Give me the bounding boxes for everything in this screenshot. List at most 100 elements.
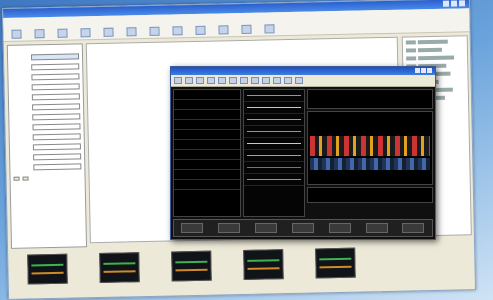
tree-item[interactable] <box>405 47 464 53</box>
form-field[interactable] <box>33 163 82 171</box>
tree-item[interactable] <box>405 39 464 45</box>
monitor-tool-icon[interactable] <box>185 77 193 84</box>
image-thumbnail[interactable] <box>241 249 286 294</box>
footer-button[interactable] <box>255 223 278 233</box>
monitor-tool-icon[interactable] <box>262 77 270 84</box>
footer-button[interactable] <box>218 223 241 233</box>
channel-row[interactable] <box>174 120 240 130</box>
tree-item[interactable] <box>406 55 464 61</box>
form-field[interactable] <box>32 143 81 151</box>
status-text <box>90 243 180 251</box>
image-thumbnail[interactable] <box>169 250 214 296</box>
thumbnail-image <box>243 249 284 280</box>
monitor-window <box>170 66 436 240</box>
thumbnail-image <box>315 247 356 279</box>
toolbar-icon <box>149 26 160 36</box>
patient-panel-title <box>11 47 79 48</box>
image-thumbnail[interactable] <box>97 252 142 297</box>
waveform-trace <box>244 150 304 162</box>
form-field[interactable] <box>32 113 81 121</box>
toolbar-button-11[interactable] <box>237 24 255 34</box>
monitor-tool-icon[interactable] <box>196 77 204 84</box>
toolbar-icon <box>241 24 252 34</box>
form-field[interactable] <box>32 133 81 141</box>
toolbar-icon <box>172 26 183 36</box>
form-field[interactable] <box>31 83 80 91</box>
monitor-tool-icon[interactable] <box>251 77 259 84</box>
form-field[interactable] <box>30 53 80 61</box>
toolbar-icon <box>264 24 275 34</box>
toolbar-button-6[interactable] <box>122 27 140 37</box>
maximize-button[interactable] <box>450 0 458 7</box>
channel-row[interactable] <box>174 90 240 100</box>
channel-row[interactable] <box>174 170 240 180</box>
toolbar-button-2[interactable] <box>30 29 48 39</box>
toolbar-icon <box>80 28 91 38</box>
toolbar-button-10[interactable] <box>214 25 232 35</box>
report-line <box>93 46 391 52</box>
toolbar-button-5[interactable] <box>99 27 117 37</box>
monitor-close-button[interactable] <box>427 68 432 73</box>
channel-row[interactable] <box>174 150 240 160</box>
monitor-maximize-button[interactable] <box>421 68 426 73</box>
monitor-tool-icon[interactable] <box>240 77 248 84</box>
toolbar-button-1[interactable] <box>7 29 25 39</box>
channel-row[interactable] <box>174 130 240 140</box>
channel-row[interactable] <box>174 180 240 190</box>
thumbnail-image <box>27 253 68 285</box>
channel-row[interactable] <box>174 100 240 110</box>
monitor-tool-icon[interactable] <box>273 77 281 84</box>
report-line <box>93 46 391 52</box>
toolbar-icon <box>218 25 229 35</box>
monitor-minimize-button[interactable] <box>415 68 420 73</box>
report-line <box>93 46 391 52</box>
toolbar-button-12[interactable] <box>260 24 278 34</box>
image-thumbnail[interactable] <box>25 253 70 299</box>
monitor-tool-icon[interactable] <box>229 77 237 84</box>
toolbar-button-4[interactable] <box>76 28 94 38</box>
report-line <box>93 46 391 52</box>
monitor-tool-icon[interactable] <box>207 77 215 84</box>
waveform-trace <box>244 102 304 114</box>
toolbar-icon <box>195 25 206 35</box>
toolbar-icon <box>57 28 68 38</box>
toolbar-icon <box>126 27 137 37</box>
footer-button[interactable] <box>402 223 425 233</box>
toolbar-button-8[interactable] <box>168 26 186 36</box>
monitor-tool-icon[interactable] <box>174 77 182 84</box>
minimize-button[interactable] <box>442 0 450 7</box>
form-button[interactable] <box>22 176 29 181</box>
form-field[interactable] <box>32 123 81 131</box>
form-button[interactable] <box>13 176 20 181</box>
form-field[interactable] <box>31 93 80 101</box>
monitor-tool-icon[interactable] <box>218 77 226 84</box>
report-line <box>93 46 391 52</box>
channel-row[interactable] <box>174 140 240 150</box>
image-thumbnail[interactable] <box>313 247 358 293</box>
toolbar-button-3[interactable] <box>53 28 71 38</box>
report-header <box>93 42 391 48</box>
monitor-tool-icon[interactable] <box>295 77 303 84</box>
close-button[interactable] <box>458 0 466 7</box>
monitor-titlebar <box>171 67 435 75</box>
form-field[interactable] <box>33 153 82 161</box>
footer-button[interactable] <box>291 223 314 233</box>
doppler-baseline <box>310 158 430 170</box>
waveform-panel <box>243 89 305 217</box>
waveform-trace <box>244 90 304 102</box>
window-controls <box>442 0 466 7</box>
doppler-spectrum <box>307 111 433 185</box>
footer-button[interactable] <box>181 223 204 233</box>
channel-row[interactable] <box>174 110 240 120</box>
toolbar-button-7[interactable] <box>145 26 163 36</box>
channel-row[interactable] <box>174 160 240 170</box>
footer-button[interactable] <box>365 223 388 233</box>
form-row <box>13 161 82 172</box>
monitor-tool-icon[interactable] <box>284 77 292 84</box>
form-field[interactable] <box>31 63 80 71</box>
footer-button[interactable] <box>328 223 351 233</box>
form-field[interactable] <box>32 103 81 111</box>
toolbar-button-9[interactable] <box>191 25 209 35</box>
measurement-values <box>307 187 433 203</box>
form-field[interactable] <box>31 73 80 81</box>
